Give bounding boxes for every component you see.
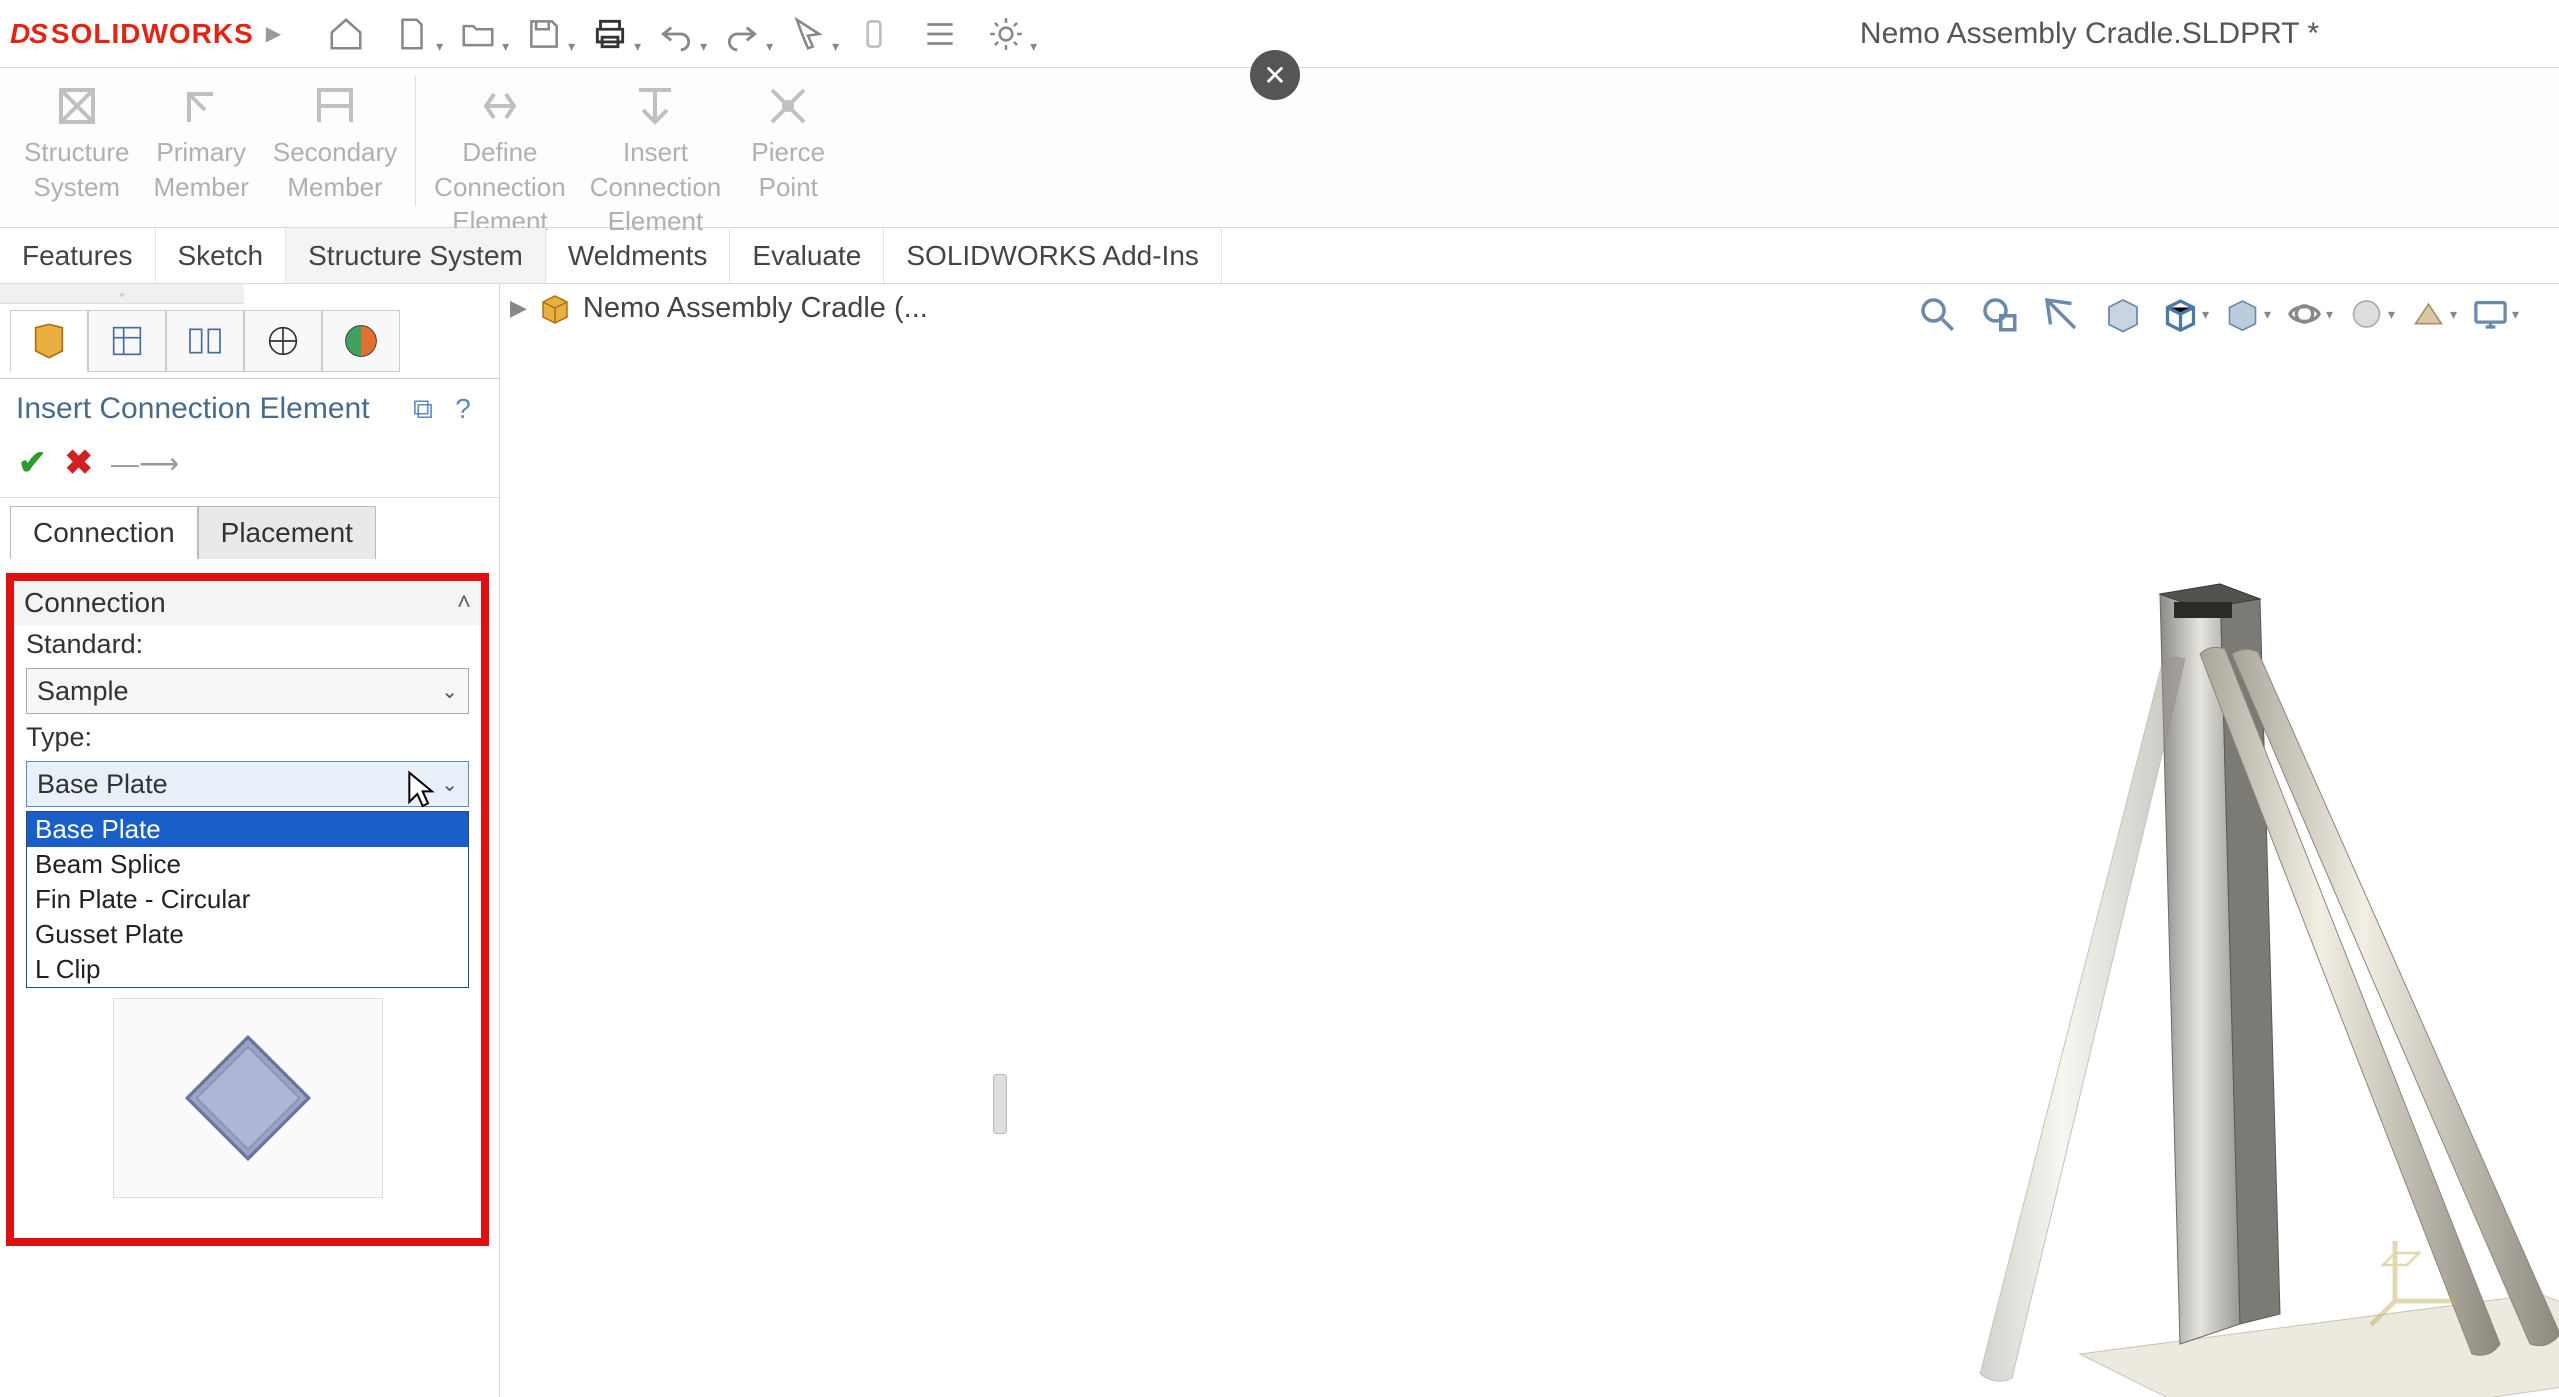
subtab-connection[interactable]: Connection [10,506,198,559]
pushpin-icon[interactable]: ―⟶ [111,447,179,480]
previous-view-icon[interactable] [2037,290,2085,338]
breadcrumb-text: Nemo Assembly Cradle (... [583,292,928,325]
tab-solidworks-addins[interactable]: SOLIDWORKS Add-Ins [884,228,1222,283]
property-manager-tab-icon[interactable] [88,310,166,372]
define-connection-element-button[interactable]: Define Connection Element [422,76,578,240]
flyout-feature-tree[interactable]: ▶ Nemo Assembly Cradle (... [510,290,928,326]
type-option-base-plate[interactable]: Base Plate [27,812,468,847]
hide-show-items-icon[interactable] [2285,290,2333,338]
connection-preview [113,998,383,1198]
save-icon[interactable] [519,9,569,59]
panel-toggle-help-icon[interactable]: ⧉ [403,389,443,429]
home-icon[interactable] [321,9,371,59]
type-dropdown[interactable]: Base Plate ⌄ [26,761,469,807]
chevron-down-icon: ⌄ [441,772,458,797]
heads-up-toolbar [1913,290,2519,338]
app-logo: DS SOLIDWORKS ▶ [10,18,281,50]
select-cursor-icon[interactable] [783,9,833,59]
print-icon[interactable] [585,9,635,59]
configuration-manager-tab-icon[interactable] [166,310,244,372]
chevron-up-icon: ˄ [457,589,471,617]
panel-splitter-handle[interactable] [993,1074,1007,1134]
section-view-icon[interactable] [2099,290,2147,338]
tab-weldments[interactable]: Weldments [546,228,731,283]
pierce-point-button[interactable]: Pierce Point [733,76,843,205]
expand-tree-icon[interactable]: ▶ [510,295,527,321]
logo-ds-icon: DS [10,18,47,50]
insert-connection-element-button[interactable]: Insert Connection Element [578,76,734,240]
feature-manager-tab-icon[interactable] [10,310,88,372]
apply-scene-icon[interactable] [2409,290,2457,338]
document-title: Nemo Assembly Cradle.SLDPRT * [1860,17,2319,51]
panel-confirm-row: ✔ ✖ ―⟶ [0,439,499,498]
type-option-fin-plate-circular[interactable]: Fin Plate - Circular [27,882,468,917]
tab-structure-system[interactable]: Structure System [286,228,546,283]
type-option-beam-splice[interactable]: Beam Splice [27,847,468,882]
rebuild-icon[interactable] [849,9,899,59]
panel-help-icon[interactable]: ? [443,389,483,429]
part-cube-icon [537,290,573,326]
edit-appearance-icon[interactable] [2347,290,2395,338]
tab-features[interactable]: Features [0,228,156,283]
open-icon[interactable] [453,9,503,59]
dimxpert-manager-tab-icon[interactable] [244,310,322,372]
undo-icon[interactable] [651,9,701,59]
standard-dropdown[interactable]: Sample ⌄ [26,668,469,714]
logo-menu-arrow-icon[interactable]: ▶ [266,21,281,46]
tab-evaluate[interactable]: Evaluate [730,228,884,283]
redo-icon[interactable] [717,9,767,59]
view-settings-icon[interactable] [2471,290,2519,338]
close-overlay-button[interactable]: ✕ [1250,50,1300,100]
tab-sketch[interactable]: Sketch [156,228,287,283]
display-manager-tab-icon[interactable] [322,310,400,372]
view-orientation-icon[interactable] [2161,290,2209,338]
zoom-to-area-icon[interactable] [1975,290,2023,338]
mouse-cursor-icon [405,770,435,810]
graphics-area[interactable]: ▶ Nemo Assembly Cradle (... [500,284,2559,1397]
zoom-to-fit-icon[interactable] [1913,290,1961,338]
panel-collapse-handle[interactable]: ◦ [0,284,244,304]
manager-tab-row [0,304,499,379]
orientation-triad-icon[interactable] [2359,1217,2479,1337]
chevron-down-icon: ⌄ [441,679,458,704]
cancel-button[interactable]: ✖ [65,443,94,483]
secondary-member-button[interactable]: Secondary Member [261,76,409,205]
standard-label: Standard: [14,625,481,664]
primary-member-button[interactable]: Primary Member [142,76,261,205]
ok-button[interactable]: ✔ [18,443,47,483]
logo-text: SOLIDWORKS [51,18,254,50]
gear-icon[interactable] [981,9,1031,59]
type-label: Type: [14,718,481,757]
panel-header: Insert Connection Element ⧉ ? [0,379,499,439]
display-style-icon[interactable] [2223,290,2271,338]
workspace: ◦ Insert Connection Element ⧉ ? ✔ ✖ ―⟶ C… [0,284,2559,1397]
command-manager-tabs: Features Sketch Structure System Weldmen… [0,228,2559,284]
connection-rollup-header[interactable]: Connection ˄ [14,581,481,625]
options-list-icon[interactable] [915,9,965,59]
panel-subtabs: Connection Placement [0,498,499,559]
panel-title: Insert Connection Element [16,392,403,426]
new-document-icon[interactable] [387,9,437,59]
type-dropdown-list[interactable]: Base Plate Beam Splice Fin Plate - Circu… [26,811,469,988]
quick-access-toolbar [321,9,1031,59]
subtab-placement[interactable]: Placement [198,506,376,559]
property-manager-panel: ◦ Insert Connection Element ⧉ ? ✔ ✖ ―⟶ C… [0,284,500,1397]
connection-rollup-highlight: Connection ˄ Standard: Sample ⌄ Type: Ba… [6,573,489,1246]
type-option-l-clip[interactable]: L Clip [27,952,468,987]
structure-system-button[interactable]: Structure System [12,76,142,205]
type-option-gusset-plate[interactable]: Gusset Plate [27,917,468,952]
